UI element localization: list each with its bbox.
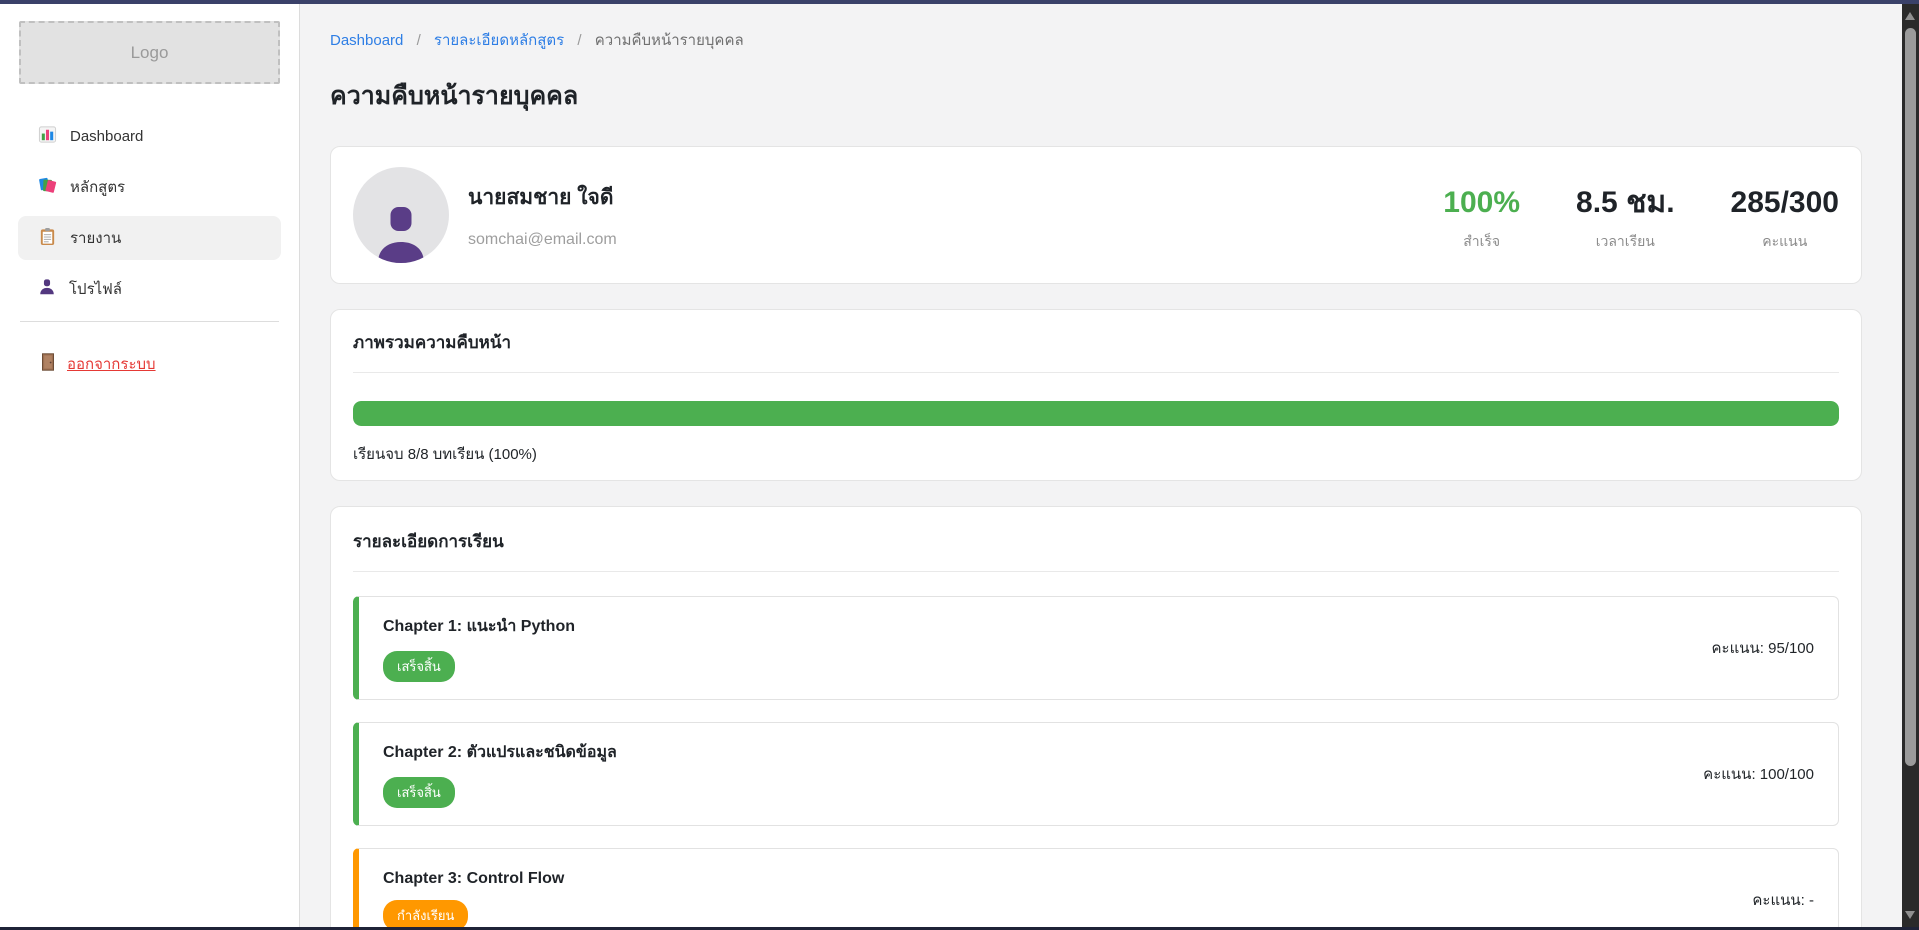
- learning-details-card: รายละเอียดการเรียน Chapter 1: แนะนำ Pyth…: [330, 506, 1862, 927]
- clipboard-icon: [38, 227, 57, 250]
- vertical-scrollbar[interactable]: [1902, 4, 1919, 927]
- stat-label: คะแนน: [1762, 231, 1807, 253]
- person-icon: [38, 278, 56, 300]
- stat-value: 100%: [1443, 185, 1520, 221]
- sidebar-item-label: หลักสูตร: [70, 175, 125, 199]
- avatar: [353, 167, 449, 263]
- status-badge: กำลังเรียน: [383, 900, 468, 928]
- stat-study-time: 8.5 ชม. เวลาเรียน: [1576, 185, 1675, 253]
- status-badge: เสร็จสิ้น: [383, 777, 455, 808]
- sidebar-item-label: Dashboard: [70, 128, 143, 145]
- sidebar: Logo Dashboard หลักสูตร: [0, 4, 300, 927]
- student-email: somchai@email.com: [468, 231, 617, 249]
- progress-overview-card: ภาพรวมความคืบหน้า เรียนจบ 8/8 บทเรียน (1…: [330, 309, 1862, 481]
- stat-value: 285/300: [1731, 185, 1839, 221]
- breadcrumb-dashboard[interactable]: Dashboard: [330, 32, 403, 49]
- stat-value: 8.5 ชม.: [1576, 185, 1675, 221]
- chapter-title: Chapter 1: แนะนำ Python: [383, 614, 575, 639]
- chapter-title: Chapter 3: Control Flow: [383, 870, 564, 888]
- scrollbar-thumb[interactable]: [1905, 28, 1916, 766]
- stat-completion: 100% สำเร็จ: [1443, 185, 1520, 253]
- stat-label: เวลาเรียน: [1596, 231, 1655, 253]
- main-content: Dashboard / รายละเอียดหลักสูตร / ความคืบ…: [301, 4, 1902, 927]
- person-silhouette-icon: [375, 205, 427, 263]
- sidebar-item-courses[interactable]: หลักสูตร: [18, 165, 281, 209]
- scrollbar-up-arrow[interactable]: [1905, 12, 1915, 20]
- page-title: ความคืบหน้ารายบุคคล: [330, 78, 1862, 114]
- chapter-score: คะแนน: -: [1752, 888, 1814, 912]
- divider: [353, 372, 1839, 373]
- scrollbar-down-arrow[interactable]: [1905, 911, 1915, 919]
- progress-bar-fill: [353, 401, 1839, 426]
- logout-label: ออกจากระบบ: [67, 352, 156, 376]
- student-info: นายสมชาย ใจดี somchai@email.com: [468, 181, 617, 249]
- breadcrumb-current: ความคืบหน้ารายบุคคล: [595, 32, 744, 49]
- breadcrumb: Dashboard / รายละเอียดหลักสูตร / ความคืบ…: [330, 28, 1862, 52]
- sidebar-item-profile[interactable]: โปรไฟล์: [18, 267, 281, 311]
- sidebar-item-dashboard[interactable]: Dashboard: [18, 114, 281, 158]
- details-title: รายละเอียดการเรียน: [353, 531, 1839, 553]
- overview-title: ภาพรวมความคืบหน้า: [353, 332, 1839, 354]
- door-icon: [40, 353, 56, 375]
- breadcrumb-separator: /: [577, 32, 581, 49]
- sidebar-item-label: รายงาน: [70, 226, 121, 250]
- chapter-list: Chapter 1: แนะนำ Python เสร็จสิ้น คะแนน:…: [353, 596, 1839, 927]
- sidebar-nav: Dashboard หลักสูตร: [0, 114, 299, 311]
- progress-bar-track: [353, 401, 1839, 426]
- breadcrumb-separator: /: [417, 32, 421, 49]
- chapter-item-1: Chapter 1: แนะนำ Python เสร็จสิ้น คะแนน:…: [353, 596, 1839, 700]
- chapter-score: คะแนน: 100/100: [1703, 762, 1814, 786]
- status-badge: เสร็จสิ้น: [383, 651, 455, 682]
- books-icon: [38, 176, 57, 199]
- chapter-main: Chapter 3: Control Flow กำลังเรียน: [383, 870, 564, 928]
- sidebar-item-reports[interactable]: รายงาน: [18, 216, 281, 260]
- logo-text: Logo: [131, 43, 169, 63]
- student-name: นายสมชาย ใจดี: [468, 181, 617, 214]
- chapter-main: Chapter 1: แนะนำ Python เสร็จสิ้น: [383, 614, 575, 682]
- divider: [353, 571, 1839, 572]
- logo-placeholder: Logo: [19, 21, 280, 84]
- logout-link[interactable]: ออกจากระบบ: [40, 352, 299, 376]
- window-top-edge: [0, 0, 1919, 4]
- chapter-item-2: Chapter 2: ตัวแปรและชนิดข้อมูล เสร็จสิ้น…: [353, 722, 1839, 826]
- bar-chart-icon: [38, 125, 57, 148]
- stat-score: 285/300 คะแนน: [1731, 185, 1839, 253]
- sidebar-item-label: โปรไฟล์: [69, 277, 122, 301]
- chapter-title: Chapter 2: ตัวแปรและชนิดข้อมูล: [383, 740, 617, 765]
- chapter-score: คะแนน: 95/100: [1712, 636, 1814, 660]
- stat-label: สำเร็จ: [1463, 231, 1500, 253]
- progress-caption: เรียนจบ 8/8 บทเรียน (100%): [353, 442, 1839, 466]
- student-stats: 100% สำเร็จ 8.5 ชม. เวลาเรียน 285/300 คะ…: [1443, 177, 1839, 253]
- chapter-main: Chapter 2: ตัวแปรและชนิดข้อมูล เสร็จสิ้น: [383, 740, 617, 808]
- breadcrumb-course-detail[interactable]: รายละเอียดหลักสูตร: [434, 32, 564, 49]
- sidebar-divider: [20, 321, 279, 322]
- chapter-item-3: Chapter 3: Control Flow กำลังเรียน คะแนน…: [353, 848, 1839, 927]
- student-summary-card: นายสมชาย ใจดี somchai@email.com 100% สำเ…: [330, 146, 1862, 284]
